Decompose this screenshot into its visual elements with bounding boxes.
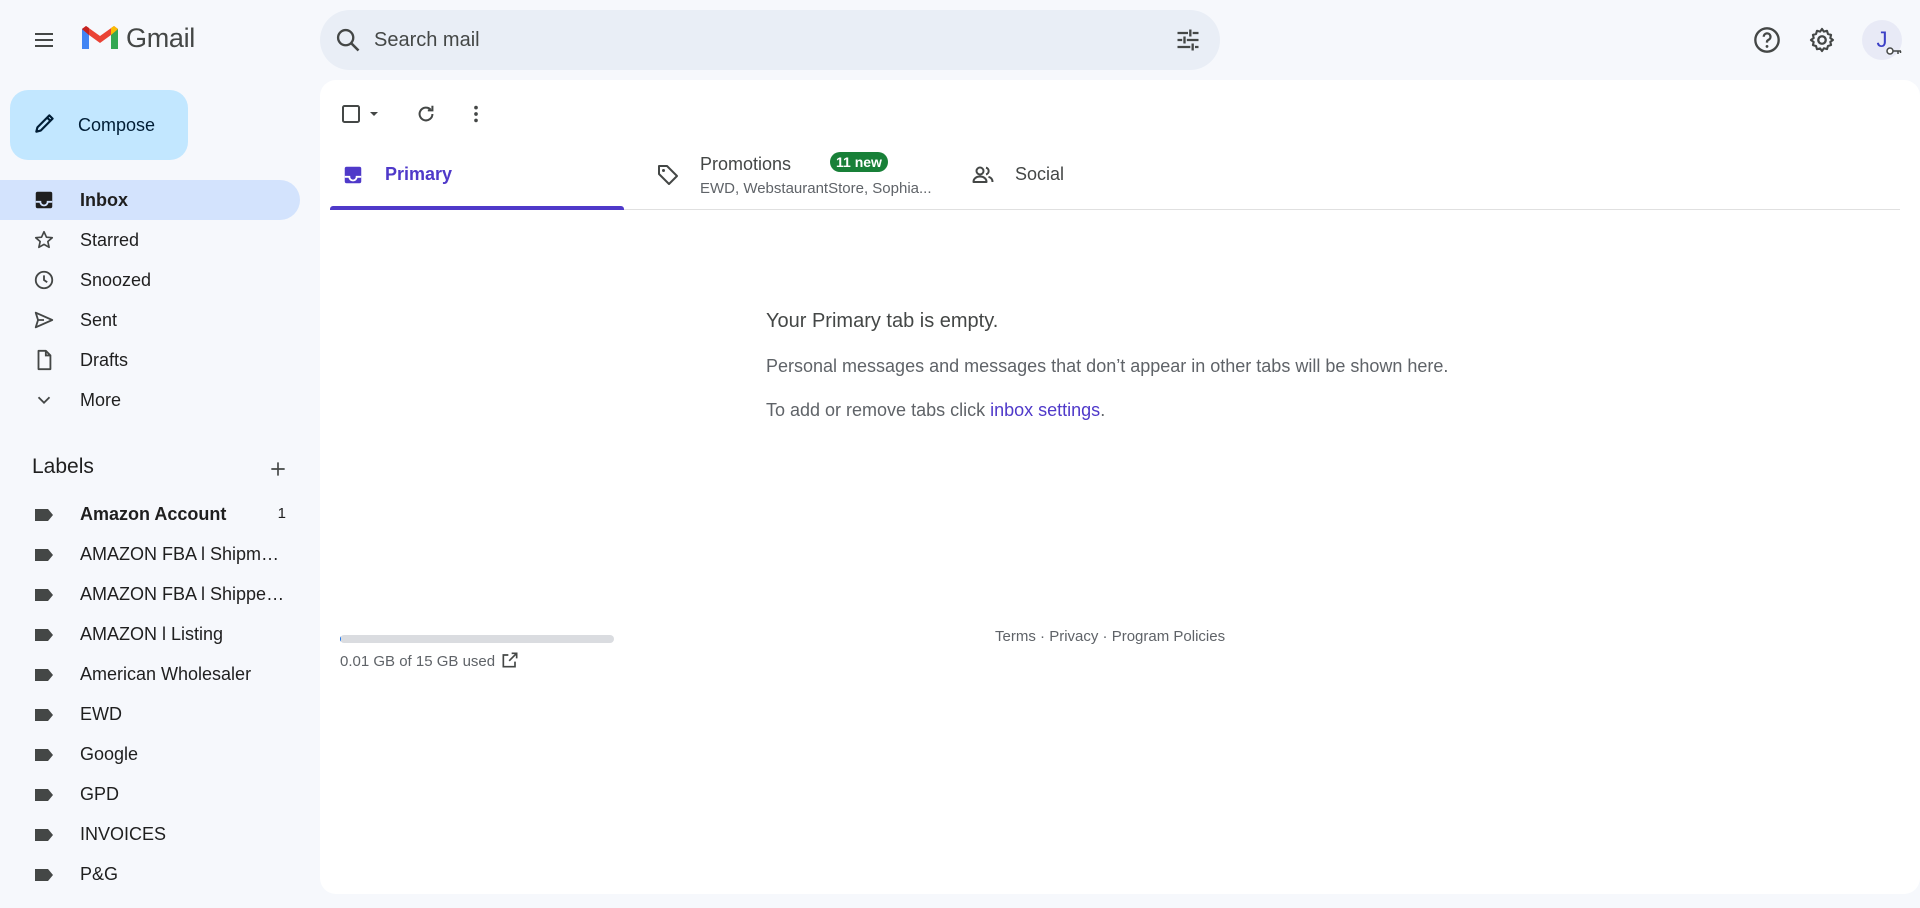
label-tag-icon bbox=[33, 507, 55, 523]
sidebar-item-label: Starred bbox=[80, 229, 140, 250]
storage-usage-text: 0.01 GB of 15 GB used bbox=[340, 653, 496, 670]
tab-social[interactable]: Social bbox=[960, 140, 1220, 210]
tab-senders-preview: EWD, WebstaurantStore, Sophia... bbox=[700, 180, 932, 197]
tab-label: Social bbox=[1015, 164, 1065, 184]
footer-separator: · bbox=[1035, 628, 1050, 645]
label-item[interactable]: Google bbox=[0, 735, 300, 775]
sidebar-item-inbox[interactable]: Inbox bbox=[0, 180, 300, 220]
inbox-settings-link[interactable]: inbox settings bbox=[990, 400, 1100, 420]
label-tag-icon bbox=[33, 627, 55, 643]
sidebar-item-label: Inbox bbox=[80, 189, 128, 210]
label-name: American Wholesaler bbox=[80, 664, 252, 684]
search-input[interactable] bbox=[374, 20, 1134, 60]
label-name: GPD bbox=[80, 784, 120, 804]
sidebar-item-label: Snoozed bbox=[80, 269, 152, 290]
label-tag-icon bbox=[33, 747, 55, 763]
new-count-badge: 11 new bbox=[830, 152, 888, 172]
program-policies-link[interactable]: Program Policies bbox=[1112, 628, 1225, 645]
sidebar-item-label: Sent bbox=[80, 309, 118, 330]
select-all-checkbox[interactable] bbox=[340, 98, 388, 130]
gmail-m-icon bbox=[82, 26, 118, 49]
tip-prefix: To add or remove tabs click bbox=[766, 400, 991, 420]
label-tag-icon bbox=[33, 587, 55, 603]
footer-separator: · bbox=[1098, 628, 1112, 645]
chevron-down-icon bbox=[32, 388, 56, 412]
label-item[interactable]: Amazon Account 1 bbox=[0, 495, 300, 535]
label-item[interactable]: AMAZON FBA l Shipped ... bbox=[0, 575, 300, 615]
tab-label: Promotions bbox=[700, 154, 792, 174]
help-icon[interactable] bbox=[1751, 24, 1783, 56]
sidebar-item-starred[interactable]: Starred bbox=[0, 220, 300, 260]
tab-primary[interactable]: Primary bbox=[330, 140, 624, 210]
empty-state-title: Your Primary tab is empty. bbox=[766, 310, 999, 332]
gmail-logo[interactable]: Gmail bbox=[80, 22, 195, 54]
search-bar bbox=[320, 10, 1220, 70]
people-icon bbox=[970, 162, 996, 188]
label-tag-icon bbox=[33, 707, 55, 723]
tag-icon bbox=[655, 162, 681, 188]
send-icon bbox=[32, 308, 56, 332]
terms-link[interactable]: Terms bbox=[995, 628, 1036, 645]
labels-heading: Labels bbox=[32, 455, 94, 478]
search-options-icon[interactable] bbox=[1174, 26, 1202, 54]
sidebar-item-more[interactable]: More bbox=[0, 380, 300, 420]
draft-icon bbox=[32, 348, 56, 372]
top-header: Gmail J bbox=[0, 0, 1920, 80]
compose-label: Compose bbox=[78, 114, 156, 135]
label-item[interactable]: GPD bbox=[0, 775, 300, 815]
settings-gear-icon[interactable] bbox=[1806, 24, 1838, 56]
empty-state-description: Personal messages and messages that don’… bbox=[766, 356, 1449, 376]
label-item[interactable]: AMAZON FBA l Shipmen... bbox=[0, 535, 300, 575]
label-tag-icon bbox=[33, 547, 55, 563]
label-item[interactable]: EWD bbox=[0, 695, 300, 735]
label-tag-icon bbox=[33, 787, 55, 803]
main-menu-icon[interactable] bbox=[28, 24, 60, 56]
label-name: AMAZON l Listing bbox=[80, 624, 224, 644]
label-name: INVOICES bbox=[80, 824, 167, 844]
search-icon[interactable] bbox=[334, 26, 362, 54]
storage-usage-bar bbox=[340, 635, 614, 643]
label-name: Google bbox=[80, 744, 139, 764]
label-tag-icon bbox=[33, 867, 55, 883]
label-item[interactable]: American Wholesaler bbox=[0, 655, 300, 695]
tab-label: Primary bbox=[385, 164, 453, 184]
active-tab-indicator bbox=[330, 206, 624, 210]
inbox-tabs: Primary Promotions 11 new EWD, Webstaura… bbox=[330, 140, 1900, 290]
more-options-icon[interactable] bbox=[460, 98, 492, 130]
label-name: AMAZON FBA l Shipped ... bbox=[80, 584, 285, 604]
label-unread-count: 1 bbox=[277, 505, 286, 522]
sidebar-item-label: More bbox=[80, 389, 122, 410]
privacy-link[interactable]: Privacy bbox=[1049, 628, 1098, 645]
open-in-new-icon[interactable] bbox=[500, 650, 522, 672]
label-item[interactable]: P&G bbox=[0, 855, 300, 895]
sidebar-item-label: Drafts bbox=[80, 349, 129, 370]
main-panel: Primary Promotions 11 new EWD, Webstaura… bbox=[320, 80, 1920, 894]
compose-button[interactable]: Compose bbox=[10, 90, 188, 160]
tab-promotions[interactable]: Promotions 11 new EWD, WebstaurantStore,… bbox=[645, 140, 945, 210]
label-name: EWD bbox=[80, 704, 122, 724]
managed-key-icon bbox=[1886, 44, 1902, 56]
sidebar-item-drafts[interactable]: Drafts bbox=[0, 340, 300, 380]
sidebar-item-sent[interactable]: Sent bbox=[0, 300, 300, 340]
inbox-icon bbox=[32, 188, 56, 212]
label-name: AMAZON FBA l Shipmen... bbox=[80, 544, 285, 564]
add-label-icon[interactable] bbox=[264, 455, 292, 483]
inbox-tab-icon bbox=[340, 162, 366, 188]
label-item[interactable]: AMAZON l Listing bbox=[0, 615, 300, 655]
tip-suffix: . bbox=[1100, 400, 1106, 420]
star-icon bbox=[32, 228, 56, 252]
label-name: P&G bbox=[80, 864, 119, 884]
clock-icon bbox=[32, 268, 56, 292]
refresh-icon[interactable] bbox=[410, 98, 442, 130]
footer-links: Terms · Privacy · Program Policies bbox=[995, 628, 1225, 645]
label-tag-icon bbox=[33, 667, 55, 683]
app-name: Gmail bbox=[126, 22, 196, 53]
label-tag-icon bbox=[33, 827, 55, 843]
empty-state-tip: To add or remove tabs click inbox settin… bbox=[766, 400, 1105, 421]
pencil-icon bbox=[32, 110, 58, 141]
label-item[interactable]: INVOICES bbox=[0, 815, 300, 855]
sidebar-item-snoozed[interactable]: Snoozed bbox=[0, 260, 300, 300]
label-name: Amazon Account bbox=[80, 504, 227, 524]
